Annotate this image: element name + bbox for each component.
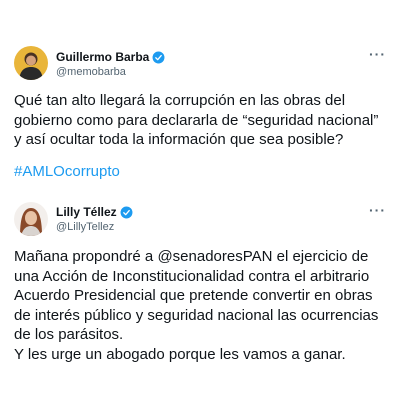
tweet-text-line: de los parásitos. [14,326,124,343]
tweet-card[interactable]: Guillermo Barba @memobarba ··· Qué tan a… [0,0,400,192]
tweet-text-line: y así ocultar toda la información que se… [14,131,344,148]
author-handle[interactable]: @memobarba [56,66,126,78]
verified-badge-icon [152,51,165,63]
hashtag-link[interactable]: #AMLOcorrupto [14,163,120,180]
author-handle[interactable]: @LillyTellez [56,221,114,233]
tweet-card[interactable]: Lilly Téllez @LillyTellez ··· Mañana pro… [0,192,400,400]
tweet-text-line: Acuerdo Presidencial que pretende conver… [14,287,373,304]
tweet-text: Qué tan alto llegará la corrupción en la… [14,91,389,150]
tweet-text-line: una Acción de Inconstitucionalidad contr… [14,267,370,285]
author-display-name[interactable]: Guillermo Barba [56,50,149,64]
avatar[interactable] [14,46,48,80]
tweet-text: Mañana propondré a @senadoresPAN el ejer… [14,247,389,364]
tweet-text-line: gobierno como para declararla de “seguri… [14,111,379,129]
tweet-text-line: Mañana propondré a @senadoresPAN el ejer… [14,248,369,265]
author-name-row: Lilly Téllez [56,205,133,219]
tweet-text-line: de interés público y seguridad nacional … [14,306,379,324]
author-display-name[interactable]: Lilly Téllez [56,205,117,219]
tweet-text-line: Y les urge un abogado porque les vamos a… [14,345,346,363]
tweet-text-line: Qué tan alto llegará la corrupción en la… [14,92,346,109]
more-options-icon[interactable]: ··· [369,202,386,218]
avatar[interactable] [14,202,48,236]
verified-badge-icon [120,206,133,218]
more-options-icon[interactable]: ··· [369,46,386,62]
author-name-row: Guillermo Barba [56,50,165,64]
